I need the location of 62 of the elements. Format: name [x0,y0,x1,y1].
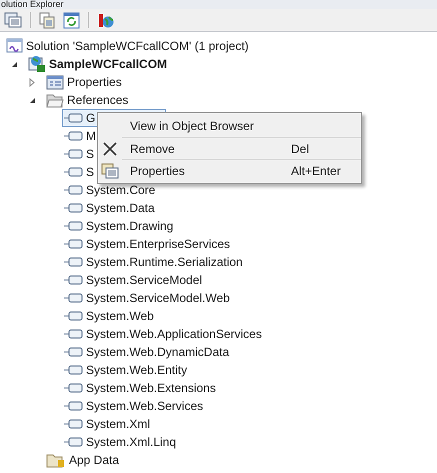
properties-icon[interactable] [4,12,22,28]
tree-item[interactable]: System.Web [86,307,154,325]
tree-item[interactable]: System.EnterpriseServices [86,235,230,253]
tree-item[interactable]: System.Drawing [86,217,174,235]
reference-icon [64,131,83,141]
reference-icon [64,401,83,411]
tree-item[interactable]: M [86,127,96,145]
globe-hammer-icon[interactable] [97,12,114,28]
folder-icon [46,452,66,468]
reference-icon [64,329,83,339]
reference-icon [64,347,83,357]
tree-item[interactable]: System.Web.ApplicationServices [86,325,262,343]
close-icon [103,142,117,156]
reference-icon [64,149,83,159]
folder-icon [46,92,64,108]
solution-icon [6,38,23,54]
tree-item[interactable]: System.Web.Extensions [86,379,216,397]
tree-item[interactable]: System.Xml.Linq [86,433,176,451]
shortcut-text: Del [291,140,310,158]
tree-item[interactable]: S [86,163,94,181]
tree-item[interactable]: Properties [67,73,122,91]
menu-item[interactable]: Properties [122,162,291,180]
tree-item[interactable]: System.Data [86,199,155,217]
reference-icon [64,293,83,303]
reference-icon [64,185,83,195]
tree-item[interactable]: App Data [69,451,120,469]
reference-icon [64,167,83,177]
reference-icon [64,383,83,393]
tree-item[interactable]: System.Web.DynamicData [86,343,230,361]
expanded-arrow-icon[interactable] [10,60,18,68]
tree-item[interactable]: System.Core [86,181,156,199]
reference-icon [64,239,83,249]
tree-item[interactable]: Solution 'SampleWCFcallCOM' (1 project) [26,37,249,55]
tree-item[interactable]: System.ServiceModel.Web [86,289,230,307]
reference-icon [64,311,83,321]
reference-icon [64,203,83,213]
window-title: olution Explorer [0,0,64,9]
shortcut-text: Alt+Enter [291,162,341,180]
menu-item[interactable]: Remove [122,140,291,158]
documents-icon[interactable] [39,12,55,28]
reference-icon [64,419,83,429]
tree-item[interactable]: System.Web.Entity [86,361,188,379]
reference-icon [64,221,83,231]
tree-item[interactable]: System.Web.Services [86,397,204,415]
tree-item[interactable]: S [86,145,94,163]
tree-item[interactable]: SampleWCFcallCOM [49,55,168,73]
properties-icon [46,74,64,90]
refresh-icon[interactable] [63,12,80,28]
collapsed-arrow-icon[interactable] [29,78,35,86]
properties-icon [101,162,119,178]
tree-item[interactable]: G [86,109,96,127]
tree-item[interactable]: System.Runtime.Serialization [86,253,243,271]
reference-icon [64,257,83,267]
menu-item[interactable]: View in Object Browser [122,117,291,135]
csharp-project-icon [28,55,46,73]
reference-icon [64,365,83,375]
tree-item[interactable]: System.Xml [86,415,150,433]
tree-item[interactable]: System.ServiceModel [86,271,202,289]
reference-icon [64,275,83,285]
reference-icon [64,437,83,447]
expanded-arrow-icon[interactable] [28,96,36,104]
tree-item[interactable]: References [67,91,128,109]
